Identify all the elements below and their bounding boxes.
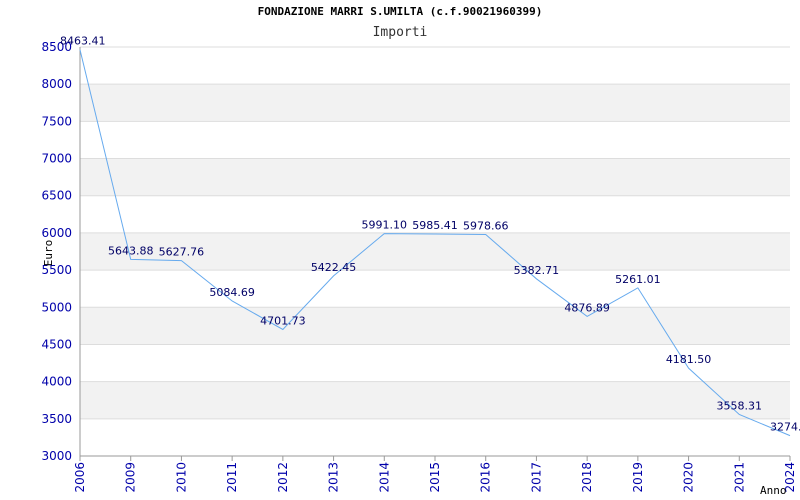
y-tick-label: 8000 xyxy=(41,77,72,91)
data-label: 5643.88 xyxy=(108,244,154,257)
x-tick-label: 2019 xyxy=(631,462,645,493)
data-label: 8463.41 xyxy=(60,35,106,48)
y-tick-label: 4000 xyxy=(41,375,72,389)
x-tick-label: 2009 xyxy=(124,462,138,493)
x-tick-label: 2010 xyxy=(174,462,188,493)
y-axis-label: Euro xyxy=(42,240,55,267)
y-tick-label: 3000 xyxy=(41,449,72,463)
x-tick-label: 2014 xyxy=(377,462,391,493)
data-label: 4701.73 xyxy=(260,314,306,327)
data-label: 5261.01 xyxy=(615,273,661,286)
x-tick-label: 2012 xyxy=(276,462,290,493)
grid-band xyxy=(80,381,790,419)
x-axis-label: Anno xyxy=(760,484,787,497)
y-tick-label: 6000 xyxy=(41,226,72,240)
line-chart: 3000350040004500500055006000650070007500… xyxy=(41,35,800,497)
y-tick-label: 6500 xyxy=(41,189,72,203)
y-tick-label: 7000 xyxy=(41,152,72,166)
grid-band xyxy=(80,84,790,122)
data-label: 5978.66 xyxy=(463,219,509,232)
data-label: 3274.2 xyxy=(770,421,800,434)
data-label: 3558.31 xyxy=(717,399,763,412)
x-tick-label: 2016 xyxy=(479,462,493,493)
y-tick-label: 7500 xyxy=(41,114,72,128)
x-tick-label: 2021 xyxy=(732,462,746,493)
x-tick-label: 2020 xyxy=(682,462,696,493)
grid-band xyxy=(80,158,790,196)
x-tick-label: 2017 xyxy=(529,462,543,493)
x-tick-labels: 2006 2009 2010 2011 2012 2013 2014 2015 2016 2017… xyxy=(73,462,797,493)
data-label: 5382.71 xyxy=(514,264,560,277)
x-tick-label: 2018 xyxy=(580,462,594,493)
y-tick-label: 5000 xyxy=(41,300,72,314)
data-label: 5627.76 xyxy=(159,246,205,259)
data-label: 5422.45 xyxy=(311,261,357,274)
data-label: 5985.41 xyxy=(412,219,458,232)
y-tick-label: 4500 xyxy=(41,337,72,351)
y-tick-label: 3500 xyxy=(41,412,72,426)
data-label: 4181.50 xyxy=(666,353,712,366)
x-tick-label: 2015 xyxy=(428,462,442,493)
data-label: 5084.69 xyxy=(209,286,255,299)
x-tick-label: 2006 xyxy=(73,462,87,493)
grid-band xyxy=(80,307,790,345)
x-tick-label: 2013 xyxy=(327,462,341,493)
data-label: 5991.10 xyxy=(362,219,408,232)
data-label: 4876.89 xyxy=(564,301,610,314)
x-tick-label: 2011 xyxy=(225,462,239,493)
